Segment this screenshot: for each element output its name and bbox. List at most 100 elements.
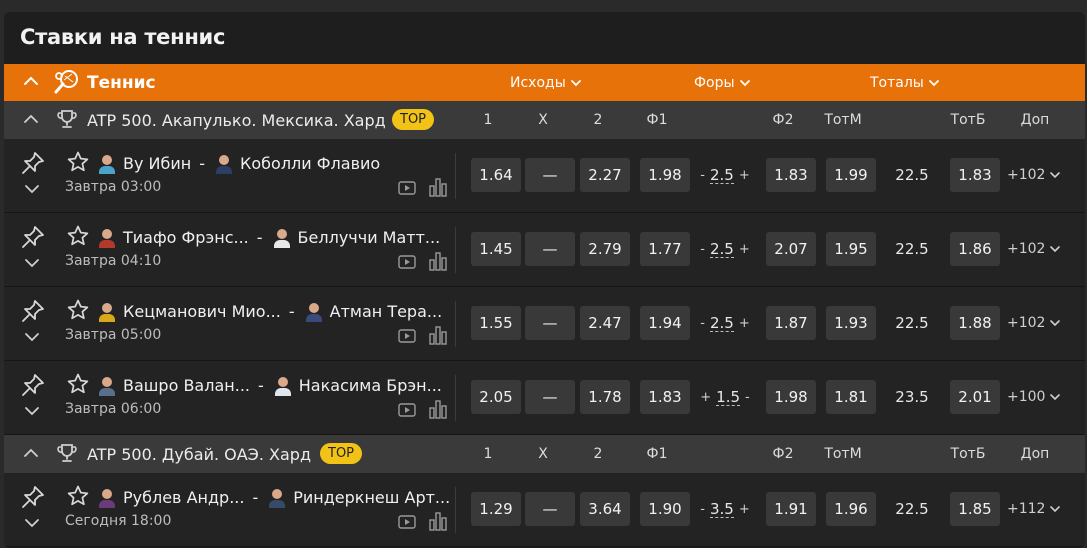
more-markets-button[interactable]: +102 (1007, 158, 1061, 192)
handicap-2-odd-button[interactable]: 2.07 (766, 232, 816, 266)
player-avatar (96, 486, 118, 508)
league-name[interactable]: ATP 500. Акапулько. Мексика. Хард (87, 111, 386, 130)
player-avatar (213, 152, 235, 174)
favorite-star-icon[interactable] (66, 372, 90, 400)
statistics-icon[interactable] (428, 176, 448, 202)
handicap-1-odd-button[interactable]: 1.94 (640, 306, 690, 340)
total-under-odd-button[interactable]: 1.99 (826, 158, 876, 192)
statistics-icon[interactable] (428, 510, 448, 536)
expand-match-button[interactable] (24, 181, 40, 200)
total-over-odd-button[interactable]: 1.88 (950, 306, 1000, 340)
expand-match-button[interactable] (24, 515, 40, 534)
expand-match-button[interactable] (24, 255, 40, 274)
statistics-icon[interactable] (428, 324, 448, 350)
total-under-odd-button[interactable]: 1.93 (826, 306, 876, 340)
odd-2-button[interactable]: 3.64 (580, 492, 630, 526)
handicap-2-odd-button[interactable]: 1.83 (766, 158, 816, 192)
handicap-sign-left: + (700, 389, 712, 405)
video-icon[interactable] (398, 402, 416, 422)
odd-draw-button[interactable]: — (525, 492, 575, 526)
handicap-2-odd-button[interactable]: 1.91 (766, 492, 816, 526)
pin-icon[interactable] (20, 484, 46, 514)
handicap-1-odd-button[interactable]: 1.98 (640, 158, 690, 192)
totals-dropdown[interactable]: Тоталы (870, 75, 940, 91)
handicap-1-odd-button[interactable]: 1.83 (640, 380, 690, 414)
handicap-2-odd-button[interactable]: 1.87 (766, 306, 816, 340)
divider (455, 375, 456, 421)
chevron-down-icon (1050, 172, 1061, 179)
odd-2-button[interactable]: 2.79 (580, 232, 630, 266)
more-markets-button[interactable]: +100 (1007, 380, 1061, 414)
match-participants[interactable]: Ву Ибин - Коболли Флавио (96, 151, 380, 175)
odd-draw-button[interactable]: — (525, 232, 575, 266)
column-header-totm: ТотМ (824, 112, 862, 128)
match-participants[interactable]: Кецманович Мио... - Атман Тера... (96, 299, 442, 323)
pin-icon[interactable] (20, 372, 46, 402)
league-name[interactable]: ATP 500. Дубай. ОАЭ. Хард (87, 445, 311, 464)
match-row: Ву Ибин - Коболли Флавио Завтра 03:00 1.64—2… (4, 139, 1085, 213)
handicaps-dropdown[interactable]: Форы (694, 75, 751, 91)
odd-2-button[interactable]: 2.47 (580, 306, 630, 340)
pin-icon[interactable] (20, 224, 46, 254)
more-markets-button[interactable]: +102 (1007, 306, 1061, 340)
collapse-league-button[interactable] (22, 110, 40, 132)
favorite-star-icon[interactable] (66, 484, 90, 512)
favorite-star-icon[interactable] (66, 224, 90, 252)
league-header: ATP 500. Акапулько. Мексика. Хард TOP 1 X 2 Ф… (4, 101, 1085, 139)
total-over-odd-button[interactable]: 1.86 (950, 232, 1000, 266)
statistics-icon[interactable] (428, 398, 448, 424)
expand-match-button[interactable] (24, 329, 40, 348)
pin-icon[interactable] (20, 298, 46, 328)
odd-1-button[interactable]: 1.55 (471, 306, 521, 340)
handicap-1-odd-button[interactable]: 1.77 (640, 232, 690, 266)
total-over-odd-button[interactable]: 1.85 (950, 492, 1000, 526)
total-under-odd-button[interactable]: 1.95 (826, 232, 876, 266)
handicap-sign-right: + (738, 501, 750, 517)
match-participants[interactable]: Вашро Валан... - Накасима Брэн... (96, 373, 442, 397)
odd-2-button[interactable]: 2.27 (580, 158, 630, 192)
more-markets-button[interactable]: +112 (1007, 492, 1061, 526)
more-markets-count: +102 (1007, 167, 1046, 183)
odd-2-button[interactable]: 1.78 (580, 380, 630, 414)
outcomes-dropdown[interactable]: Исходы (510, 75, 582, 91)
total-over-odd-button[interactable]: 2.01 (950, 380, 1000, 414)
video-icon[interactable] (398, 514, 416, 534)
top-badge: TOP (392, 109, 435, 130)
handicap-2-odd-button[interactable]: 1.98 (766, 380, 816, 414)
match-participants[interactable]: Тиафо Фрэнс... - Беллуччи Матт... (96, 225, 440, 249)
handicap-1-odd-button[interactable]: 1.90 (640, 492, 690, 526)
handicap-sign-left: - (700, 167, 705, 183)
odd-1-button[interactable]: 1.64 (471, 158, 521, 192)
video-icon[interactable] (398, 180, 416, 200)
video-icon[interactable] (398, 254, 416, 274)
favorite-star-icon[interactable] (66, 150, 90, 178)
total-value: 23.5 (895, 388, 929, 406)
odd-1-button[interactable]: 1.45 (471, 232, 521, 266)
chevron-up-icon (24, 448, 38, 457)
favorite-star-icon[interactable] (66, 298, 90, 326)
player-avatar (96, 152, 118, 174)
collapse-league-button[interactable] (22, 444, 40, 466)
more-markets-button[interactable]: +102 (1007, 232, 1061, 266)
expand-match-button[interactable] (24, 403, 40, 422)
odd-draw-button[interactable]: — (525, 158, 575, 192)
odd-draw-button[interactable]: — (525, 380, 575, 414)
odd-draw-button[interactable]: — (525, 306, 575, 340)
totals-dropdown-label: Тоталы (870, 75, 924, 91)
match-row: Тиафо Фрэнс... - Беллуччи Матт... Завтра 04… (4, 213, 1085, 287)
odd-1-button[interactable]: 1.29 (471, 492, 521, 526)
column-header-dop: Доп (1020, 446, 1050, 462)
statistics-icon[interactable] (428, 250, 448, 276)
chevron-down-icon (25, 407, 39, 416)
match-participants[interactable]: Рублев Андр... - Риндеркнеш Арт... (96, 485, 450, 509)
match-row: Рублев Андр... - Риндеркнеш Арт... Сегодня … (4, 473, 1085, 547)
collapse-sport-button[interactable] (22, 72, 40, 94)
more-markets-count: +112 (1007, 501, 1046, 517)
pin-icon[interactable] (20, 150, 46, 180)
video-icon[interactable] (398, 328, 416, 348)
total-under-odd-button[interactable]: 1.81 (826, 380, 876, 414)
match-time: Завтра 06:00 (65, 401, 162, 417)
odd-1-button[interactable]: 2.05 (471, 380, 521, 414)
total-under-odd-button[interactable]: 1.96 (826, 492, 876, 526)
total-over-odd-button[interactable]: 1.83 (950, 158, 1000, 192)
